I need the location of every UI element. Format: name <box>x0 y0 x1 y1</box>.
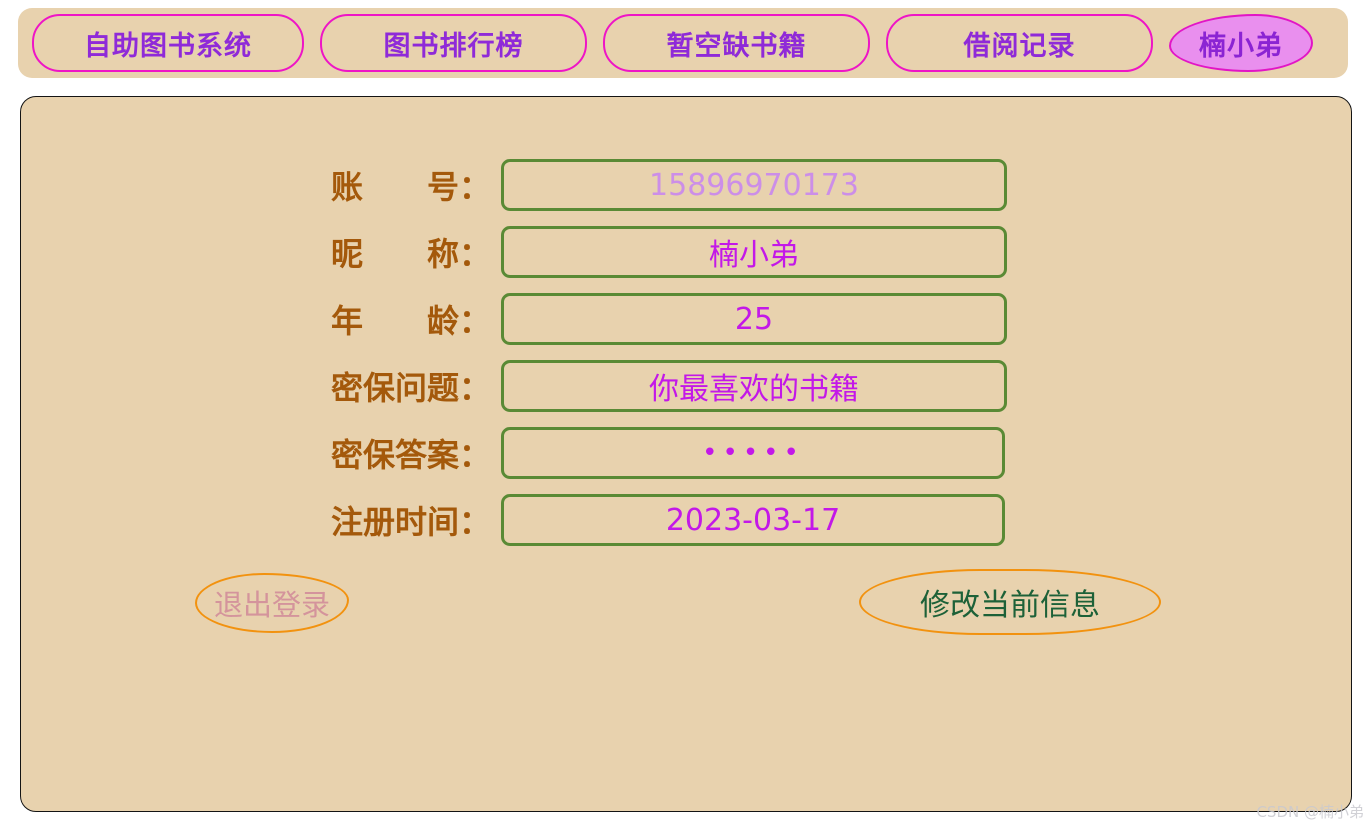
nav-tab-label: 自助图书系统 <box>84 30 252 62</box>
nav-tab-label: 借阅记录 <box>963 30 1076 62</box>
form-row-age: 年 龄： <box>21 293 1351 345</box>
nav-tab-self-service-library[interactable]: 自助图书系统 <box>32 14 304 72</box>
form-row-account: 账 号： <box>21 159 1351 211</box>
form-row-nickname: 昵 称： <box>21 226 1351 278</box>
nav-tab-label: 暂空缺书籍 <box>666 30 807 62</box>
top-navigation-bar: 自助图书系统 图书排行榜 暂空缺书籍 借阅记录 楠小弟 <box>18 8 1348 78</box>
form-row-security-answer: 密保答案： <box>21 427 1351 479</box>
security-answer-label: 密保答案： <box>330 436 491 474</box>
register-time-label: 注册时间： <box>330 503 491 541</box>
age-input[interactable] <box>501 293 1007 345</box>
account-input[interactable] <box>501 159 1007 211</box>
profile-panel: 账 号： 昵 称： 年 龄： 密保问题： 密保答案： 注册时间： 退出登录 修改… <box>20 96 1352 812</box>
age-label: 年 龄： <box>330 302 491 340</box>
logout-button[interactable]: 退出登录 <box>195 573 349 633</box>
nickname-input[interactable] <box>501 226 1007 278</box>
form-row-security-question: 密保问题： <box>21 360 1351 412</box>
nickname-label: 昵 称： <box>330 235 491 273</box>
nav-tab-borrow-records[interactable]: 借阅记录 <box>886 14 1153 72</box>
profile-form: 账 号： 昵 称： 年 龄： 密保问题： 密保答案： 注册时间： <box>21 159 1351 561</box>
register-time-input[interactable] <box>501 494 1005 546</box>
action-button-row: 退出登录 修改当前信息 <box>21 569 1351 649</box>
security-question-label: 密保问题： <box>330 369 491 407</box>
account-label: 账 号： <box>330 168 491 206</box>
security-question-input[interactable] <box>501 360 1007 412</box>
security-answer-input[interactable] <box>501 427 1005 479</box>
form-row-register-time: 注册时间： <box>21 494 1351 546</box>
nav-tab-out-of-stock-books[interactable]: 暂空缺书籍 <box>603 14 870 72</box>
nav-tab-label: 楠小弟 <box>1199 30 1283 62</box>
nav-tab-user-profile[interactable]: 楠小弟 <box>1169 14 1313 72</box>
edit-profile-button[interactable]: 修改当前信息 <box>859 569 1161 635</box>
nav-tab-label: 图书排行榜 <box>383 30 524 62</box>
nav-tab-book-ranking[interactable]: 图书排行榜 <box>320 14 587 72</box>
